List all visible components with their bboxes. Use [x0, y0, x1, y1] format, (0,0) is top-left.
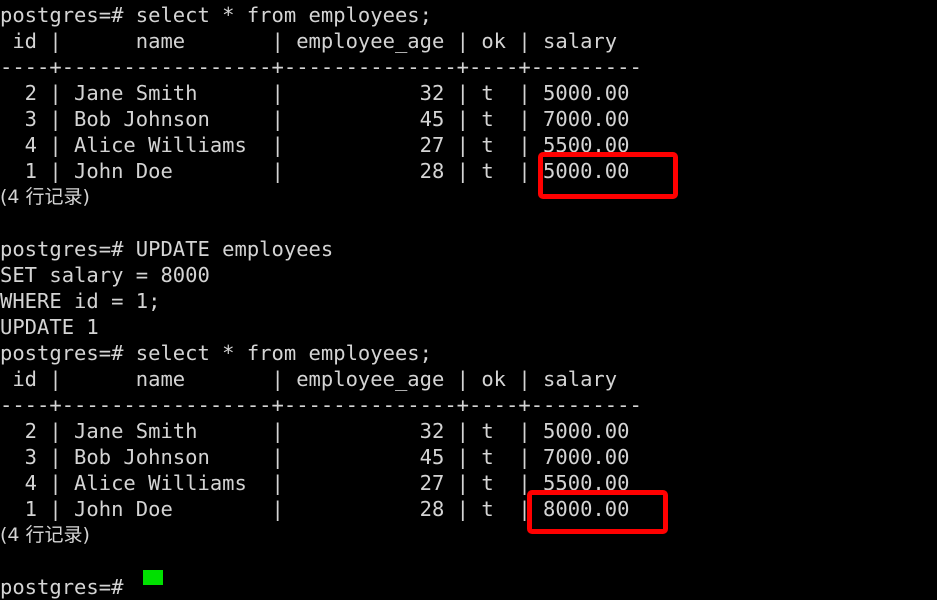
terminal-prompt: postgres=#	[0, 575, 124, 599]
terminal-line-separator-1: ----+-----------------+--------------+--…	[0, 55, 642, 79]
terminal-line-update-2: SET salary = 8000	[0, 263, 210, 287]
row-count-label-2: (4 行记录)	[0, 524, 90, 546]
terminal-line-separator-2: ----+-----------------+--------------+--…	[0, 393, 642, 417]
terminal-line-update-1: postgres=# UPDATE employees	[0, 237, 334, 261]
terminal-line-select-1: postgres=# select * from employees;	[0, 3, 432, 27]
terminal-line-header-1: id | name | employee_age | ok | salary	[0, 29, 618, 53]
terminal-line-update-result: UPDATE 1	[0, 315, 99, 339]
terminal-cursor	[143, 570, 163, 585]
table-row: 3 | Bob Johnson | 45 | t | 7000.00	[0, 445, 630, 469]
table-row: 3 | Bob Johnson | 45 | t | 7000.00	[0, 107, 630, 131]
table-row: 2 | Jane Smith | 32 | t | 5000.00	[0, 419, 630, 443]
table-row: 2 | Jane Smith | 32 | t | 5000.00	[0, 81, 630, 105]
row-count-label-1: (4 行记录)	[0, 186, 90, 208]
table-row: 1 | John Doe | 28 | t | 8000.00	[0, 497, 630, 521]
table-row: 1 | John Doe | 28 | t | 5000.00	[0, 159, 630, 183]
table-row: 4 | Alice Williams | 27 | t | 5500.00	[0, 471, 630, 495]
terminal-line-header-2: id | name | employee_age | ok | salary	[0, 367, 618, 391]
table-row: 4 | Alice Williams | 27 | t | 5500.00	[0, 133, 630, 157]
terminal-window[interactable]: postgres=# select * from employees; id |…	[0, 0, 937, 599]
terminal-line-update-3: WHERE id = 1;	[0, 289, 161, 313]
terminal-output: postgres=# select * from employees; id |…	[0, 2, 937, 600]
terminal-line-select-2: postgres=# select * from employees;	[0, 341, 432, 365]
